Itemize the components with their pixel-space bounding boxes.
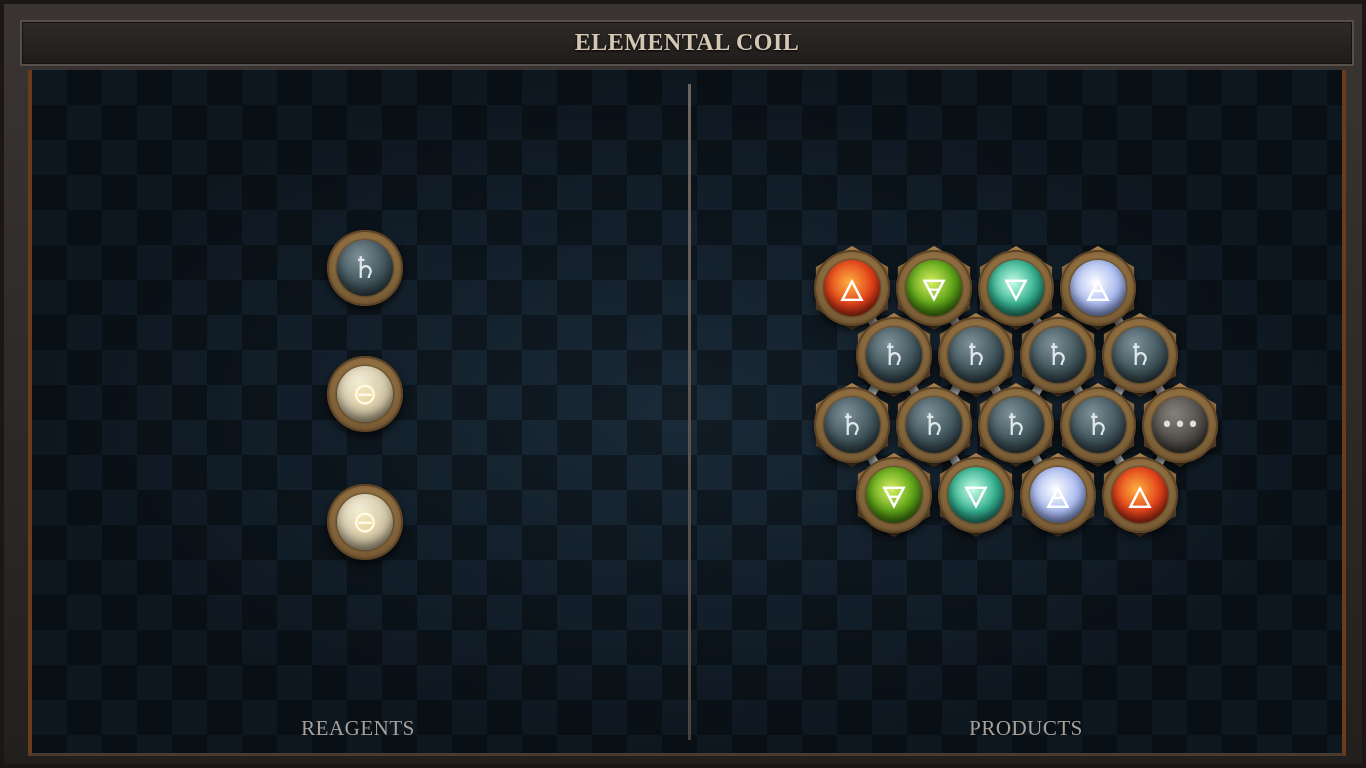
- product-atom-water[interactable]: 🜄: [938, 457, 1014, 533]
- product-atom-water[interactable]: 🜄: [978, 250, 1054, 326]
- lead-icon: ♄: [988, 397, 1044, 453]
- product-atom-lead[interactable]: ♄: [1060, 387, 1136, 463]
- salt-icon: ⊖: [337, 366, 393, 422]
- water-icon: 🜄: [988, 260, 1044, 316]
- product-atom-air[interactable]: 🜁: [1020, 457, 1096, 533]
- reagents-label: REAGENTS: [301, 716, 415, 740]
- product-atom-lead[interactable]: ♄: [1020, 317, 1096, 393]
- product-atom-lead[interactable]: ♄: [856, 317, 932, 393]
- product-atom-lead[interactable]: ♄: [978, 387, 1054, 463]
- lead-icon: ♄: [1070, 397, 1126, 453]
- air-icon: 🜁: [1030, 467, 1086, 523]
- lead-icon: ♄: [824, 397, 880, 453]
- product-atom-fire[interactable]: 🜂: [1102, 457, 1178, 533]
- lead-icon: ♄: [1030, 327, 1086, 383]
- earth-icon: 🜃: [866, 467, 922, 523]
- fire-icon: 🜂: [1112, 467, 1168, 523]
- quintessence-icon: •••: [1152, 397, 1208, 453]
- reagent-salt[interactable]: ⊖: [327, 356, 403, 432]
- reagent-salt[interactable]: ⊖: [327, 484, 403, 560]
- game-window: ELEMENTAL COIL REAGENTS PRODUCTS ♄ ⊖ ⊖ 🜂 🜃 🜄 🜁…: [0, 0, 1366, 768]
- product-atom-earth[interactable]: 🜃: [896, 250, 972, 326]
- fire-icon: 🜂: [824, 260, 880, 316]
- product-atom-lead[interactable]: ♄: [1102, 317, 1178, 393]
- puzzle-board: REAGENTS PRODUCTS ♄ ⊖ ⊖ 🜂 🜃 🜄 🜁 ♄ ♄ ♄ ♄ ♄ ♄ ♄ ♄ ••• 🜃 🜄 🜁 🜂: [28, 70, 1346, 756]
- panel-divider: [688, 84, 691, 740]
- air-icon: 🜁: [1070, 260, 1126, 316]
- reagent-lead[interactable]: ♄: [327, 230, 403, 306]
- earth-icon: 🜃: [906, 260, 962, 316]
- puzzle-title: ELEMENTAL COIL: [574, 29, 800, 56]
- water-icon: 🜄: [948, 467, 1004, 523]
- product-atom-fire[interactable]: 🜂: [814, 250, 890, 326]
- lead-icon: ♄: [948, 327, 1004, 383]
- lead-icon: ♄: [1112, 327, 1168, 383]
- salt-icon: ⊖: [337, 494, 393, 550]
- product-atom-air[interactable]: 🜁: [1060, 250, 1136, 326]
- product-atom-lead[interactable]: ♄: [896, 387, 972, 463]
- product-atom-earth[interactable]: 🜃: [856, 457, 932, 533]
- lead-icon: ♄: [866, 327, 922, 383]
- lead-icon: ♄: [337, 240, 393, 296]
- title-bar: ELEMENTAL COIL: [20, 20, 1354, 66]
- product-atom-lead[interactable]: ♄: [938, 317, 1014, 393]
- product-atom-quintessence[interactable]: •••: [1142, 387, 1218, 463]
- products-label: PRODUCTS: [969, 716, 1083, 740]
- product-atom-lead[interactable]: ♄: [814, 387, 890, 463]
- lead-icon: ♄: [906, 397, 962, 453]
